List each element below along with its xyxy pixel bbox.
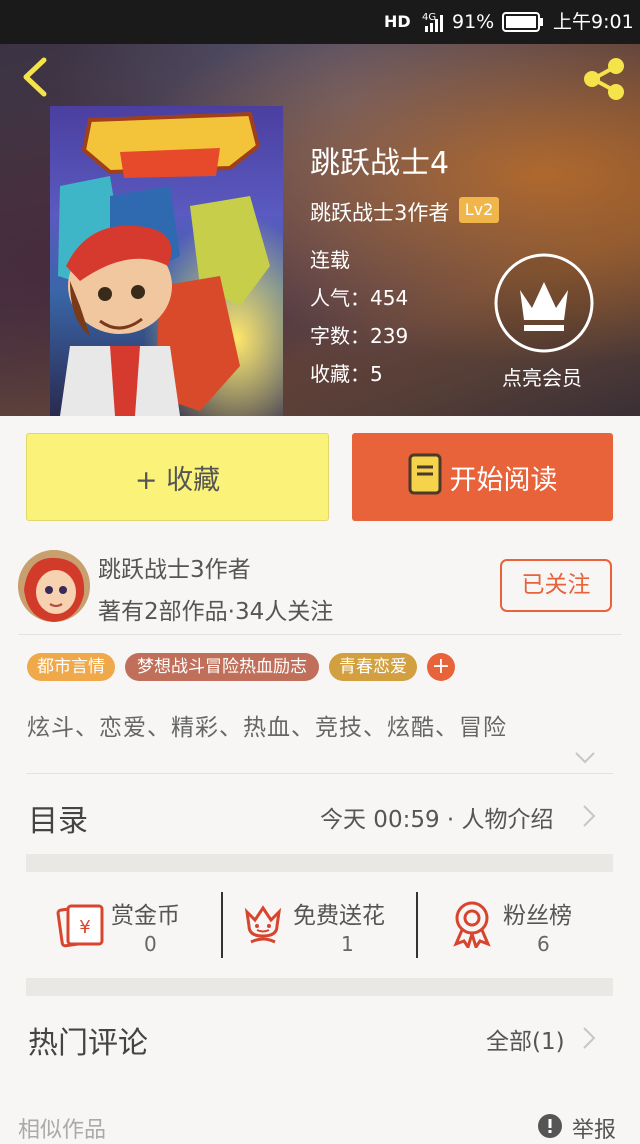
start-reading-button[interactable]: 开始阅读 — [352, 433, 613, 521]
serial-status: 连载 — [310, 248, 350, 272]
favorites-label: 收藏： — [310, 362, 370, 386]
author-card-stats: 著有2部作品·34人关注 — [98, 599, 334, 625]
crown-icon — [493, 253, 595, 358]
report-icon[interactable] — [537, 1113, 563, 1143]
tag-urban-romance[interactable]: 都市言情 — [27, 653, 115, 681]
keywords: 炫斗、恋爱、精彩、热血、竞技、炫酷、冒险 — [27, 715, 507, 741]
author-avatar[interactable] — [18, 550, 90, 622]
start-reading-label: 开始阅读 — [449, 464, 558, 496]
free-flowers[interactable]: 免费送花 1 — [223, 872, 417, 978]
similar-works-label: 相似作品 — [18, 1118, 107, 1143]
word-count-label: 字数： — [310, 324, 370, 348]
flower-icon — [243, 902, 283, 952]
back-icon[interactable] — [16, 54, 56, 104]
tag-dream-battle[interactable]: 梦想战斗冒险热血励志 — [125, 653, 319, 681]
vip-button[interactable] — [493, 252, 595, 354]
battery-percent: 91% — [452, 11, 495, 33]
add-tag-button[interactable]: + — [427, 653, 455, 681]
popularity-label: 人气： — [310, 286, 370, 310]
favorites-value: 5 — [370, 362, 383, 386]
author-card-name[interactable]: 跳跃战士3作者 — [98, 550, 251, 584]
book-icon — [408, 453, 442, 502]
chevron-right-icon — [582, 1026, 596, 1054]
comments-all: 全部(1) — [486, 1029, 565, 1055]
catalog-row[interactable]: 目录 今天 00:59 · 人物介绍 — [26, 774, 613, 854]
word-count-value: 239 — [370, 324, 409, 348]
favorites-row: 收藏：5 — [310, 358, 383, 387]
report-link[interactable]: 举报 — [572, 1112, 616, 1144]
share-icon[interactable] — [580, 54, 630, 108]
reward-coins[interactable]: ¥ 赏金币 0 — [26, 872, 222, 978]
author-name[interactable]: 跳跃战士3作者 — [310, 197, 449, 227]
comments-label: 热门评论 — [28, 1026, 148, 1061]
reward-coins-label: 赏金币 — [111, 903, 180, 929]
tag-youth-romance[interactable]: 青春恋爱 — [329, 653, 417, 681]
follow-button[interactable]: 已关注 — [500, 559, 612, 612]
hd-indicator: HD — [384, 12, 411, 31]
book-cover[interactable] — [50, 106, 283, 416]
collect-button[interactable]: + 收藏 — [26, 433, 329, 521]
battery-icon — [502, 12, 544, 36]
fan-ranking-label: 粉丝榜 — [503, 903, 572, 929]
red-envelope-icon: ¥ — [56, 902, 106, 952]
chevron-right-icon — [582, 804, 596, 832]
fan-ranking[interactable]: 粉丝榜 6 — [418, 872, 613, 978]
book-header: 跳跃战士4 跳跃战士3作者 Lv2 连载 人气：454 字数：239 收藏：5 … — [0, 44, 640, 416]
free-flowers-label: 免费送花 — [293, 903, 385, 929]
vip-label: 点亮会员 — [502, 366, 582, 390]
reward-coins-value: 0 — [144, 932, 157, 956]
level-badge: Lv2 — [459, 197, 499, 223]
word-count-row: 字数：239 — [310, 320, 408, 349]
book-title: 跳跃战士4 — [310, 146, 450, 181]
medal-icon — [450, 898, 494, 952]
chevron-down-icon[interactable] — [574, 750, 596, 769]
svg-text:¥: ¥ — [79, 917, 90, 938]
catalog-label: 目录 — [28, 804, 88, 839]
signal-icon — [425, 14, 445, 36]
popularity-row: 人气：454 — [310, 282, 408, 311]
comments-row[interactable]: 热门评论 全部(1) — [26, 996, 613, 1076]
status-bar: HD 4G 91% 上午9:01 — [0, 0, 640, 44]
popularity-value: 454 — [370, 286, 409, 310]
catalog-latest: 今天 00:59 · 人物介绍 — [320, 807, 554, 833]
fan-ranking-value: 6 — [537, 932, 550, 956]
clock: 上午9:01 — [553, 11, 634, 33]
free-flowers-value: 1 — [341, 932, 354, 956]
